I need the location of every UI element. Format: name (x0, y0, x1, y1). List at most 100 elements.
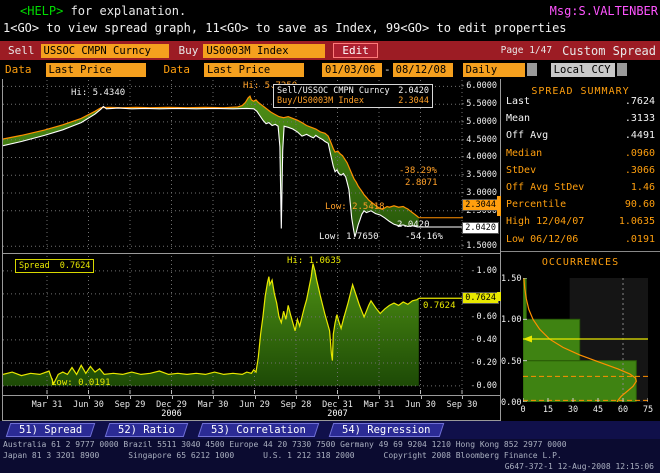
price-chart-axis: 6.0000 5.5000 5.0000 4.5000 4.0000 3.5000 3.00… (460, 80, 500, 252)
security-toolbar: Sell USSOC CMPN Curncy Buy US0003M Index… (0, 41, 660, 60)
buy-value-label: 2.8071 (405, 178, 438, 188)
x-tick (296, 396, 297, 399)
summary-row-label: High 12/04/07 (506, 216, 585, 228)
tab-correlation[interactable]: 53) Correlation (197, 423, 320, 437)
tab-label: 51) Spread (19, 424, 83, 436)
legend-buy-name: Buy/US0003M Index (277, 96, 364, 106)
tab-label: 52) Ratio (118, 424, 176, 436)
x-tick-label: Jun 30 (405, 400, 436, 410)
summary-scroll-marker[interactable] (497, 196, 501, 216)
summary-row-label: Low 06/12/06 (506, 233, 579, 245)
command-hint: 1<GO> to view spread graph, 11<GO> to sa… (3, 21, 567, 35)
currency-field[interactable]: Local CCY (550, 62, 615, 77)
sell-low-label: Low: 1.7650 (319, 232, 379, 242)
occurrences-scroll-marker[interactable] (497, 292, 501, 301)
summary-row-value: .0191 (624, 233, 655, 245)
chart-area: Hi: 5.4340 Hi: 5.7250 Sell/USSOC CMPN Cu… (0, 79, 660, 421)
x-tick (130, 396, 131, 399)
x-tick-label: Sep 28 (280, 400, 312, 410)
date-from-field[interactable]: 01/03/06 (322, 62, 382, 77)
occurrences-x-tick-label: 30 (567, 405, 579, 415)
y-tick-label: 3.0000 (460, 188, 497, 198)
summary-row-value: 1.46 (630, 182, 655, 194)
tab-regression[interactable]: 54) Regression (328, 423, 444, 437)
y-tick-label: 1.5000 (460, 241, 497, 251)
summary-row-value: .7624 (624, 96, 655, 107)
sell-high-label: Hi: 5.4340 (71, 88, 126, 98)
occurrences-chart[interactable] (523, 278, 648, 402)
edit-button[interactable]: Edit (333, 43, 378, 58)
bloomberg-terminal: <HELP> for explanation. Msg:S.VALTENBER 1… (0, 0, 660, 473)
summary-row-label: Median (506, 147, 543, 159)
message-indicator[interactable]: Msg:S.VALTENBER (550, 4, 658, 18)
x-tick (171, 396, 173, 399)
x-tick (337, 396, 339, 399)
period-field[interactable]: Daily (462, 62, 525, 77)
occurrences-title: OCCURRENCES (541, 257, 620, 268)
spread-chart-axis: 1.00 0.60 0.40 0.20 0.00 0.7624 (462, 256, 500, 394)
footer-line-1: Australia 61 2 9777 0000 Brazil 5511 304… (3, 440, 567, 449)
data-label-1: Data (5, 63, 32, 76)
tab-spread[interactable]: 51) Spread (5, 423, 96, 437)
legend-buy-value: 2.3044 (398, 96, 429, 106)
y-tick-label: 4.0000 (460, 152, 497, 162)
summary-row: Median .0960 (506, 145, 655, 162)
data-field-1[interactable]: Last Price (45, 62, 146, 77)
header-line-1: <HELP> for explanation. Msg:S.VALTENBER (0, 4, 660, 18)
date-to-field[interactable]: 08/12/08 (392, 62, 453, 77)
summary-row: Percentile 90.60 (506, 196, 655, 213)
summary-row: Last .7624 (506, 93, 655, 110)
y-tick-label: 0.20 (470, 358, 497, 368)
sell-value-label: 2.0420 (397, 220, 430, 230)
sell-label: Sell (8, 44, 35, 57)
date-separator: - (384, 63, 391, 76)
data-field-2[interactable]: Last Price (204, 62, 304, 77)
summary-row-value: 90.60 (624, 199, 655, 211)
summary-row: Low 06/12/06 .0191 (506, 231, 655, 248)
spread-chart[interactable]: Spread 0.7624 Hi: 1.0635 Low: 0.0191 0.7… (3, 256, 463, 394)
tab-ratio[interactable]: 52) Ratio (104, 423, 189, 437)
occurrences-y-tick-label: 0.50 (501, 356, 522, 367)
summary-row-value: .4491 (624, 130, 655, 142)
summary-row-label: Last (506, 96, 531, 107)
x-tick (420, 396, 422, 399)
buy-security-field[interactable]: US0003M Index (203, 43, 326, 58)
time-axis: Mar 31 Jun 30 Sep 29 Dec 29 Mar 30 Jun 29 Sep … (2, 395, 501, 421)
summary-row-label: Percentile (506, 199, 567, 211)
year-label: 2007 (327, 409, 348, 419)
data-toolbar: Data Last Price Data Last Price 01/03/06… (0, 61, 660, 78)
summary-row-label: Mean (506, 113, 531, 125)
chart-separator-line (2, 253, 500, 254)
summary-row: StDev .3066 (506, 162, 655, 179)
sell-security-field[interactable]: USSOC CMPN Curncy (40, 43, 169, 58)
footer-line-3: G647-372-1 12-Aug-2008 12:15:06 (504, 462, 654, 471)
occurrences-y-tick-label: 1.50 (501, 274, 522, 284)
summary-table: Last .7624 Mean .3133 Off Avg .4491 Median .096… (506, 93, 655, 248)
last-value-badge: 2.3044 (462, 199, 499, 212)
occurrences-y-tick-label: 1.00 (501, 315, 522, 326)
currency-dropdown-button[interactable] (616, 63, 627, 76)
x-tick (47, 396, 48, 399)
x-tick-label: Mar 31 (363, 400, 395, 410)
summary-row: Off Avg .4491 (506, 127, 655, 144)
y-tick-label: 3.5000 (460, 170, 497, 180)
y-tick-label: 5.5000 (460, 99, 497, 109)
occurrences-x-tick-label: 15 (542, 405, 554, 415)
spread-last-label: 0.7624 (423, 301, 456, 311)
help-hint[interactable]: <HELP> (20, 4, 63, 18)
y-tick-label: 0.60 (470, 312, 497, 322)
buy-low-label: Low: 2.5418 (325, 202, 385, 212)
legend-spread-name: Spread (19, 261, 50, 271)
price-chart-legend: Sell/USSOC CMPN Curncy 2.0420 Buy/US0003M… (273, 84, 433, 108)
x-tick-label: Jun 30 (73, 400, 104, 410)
tab-label: 53) Correlation (211, 424, 306, 436)
legend-sell-name: Sell/USSOC CMPN Curncy (277, 86, 390, 96)
page-title: Custom Spread (562, 43, 656, 58)
x-tick (254, 396, 256, 399)
price-chart[interactable]: Hi: 5.4340 Hi: 5.7250 Sell/USSOC CMPN Cu… (3, 80, 463, 252)
summary-row-label: StDev (506, 164, 537, 176)
x-tick-label: Mar 30 (197, 400, 229, 410)
footer: Australia 61 2 9777 0000 Brazil 5511 304… (0, 439, 660, 473)
legend-spread-value: 0.7624 (59, 261, 91, 271)
period-dropdown-button[interactable] (526, 63, 537, 76)
